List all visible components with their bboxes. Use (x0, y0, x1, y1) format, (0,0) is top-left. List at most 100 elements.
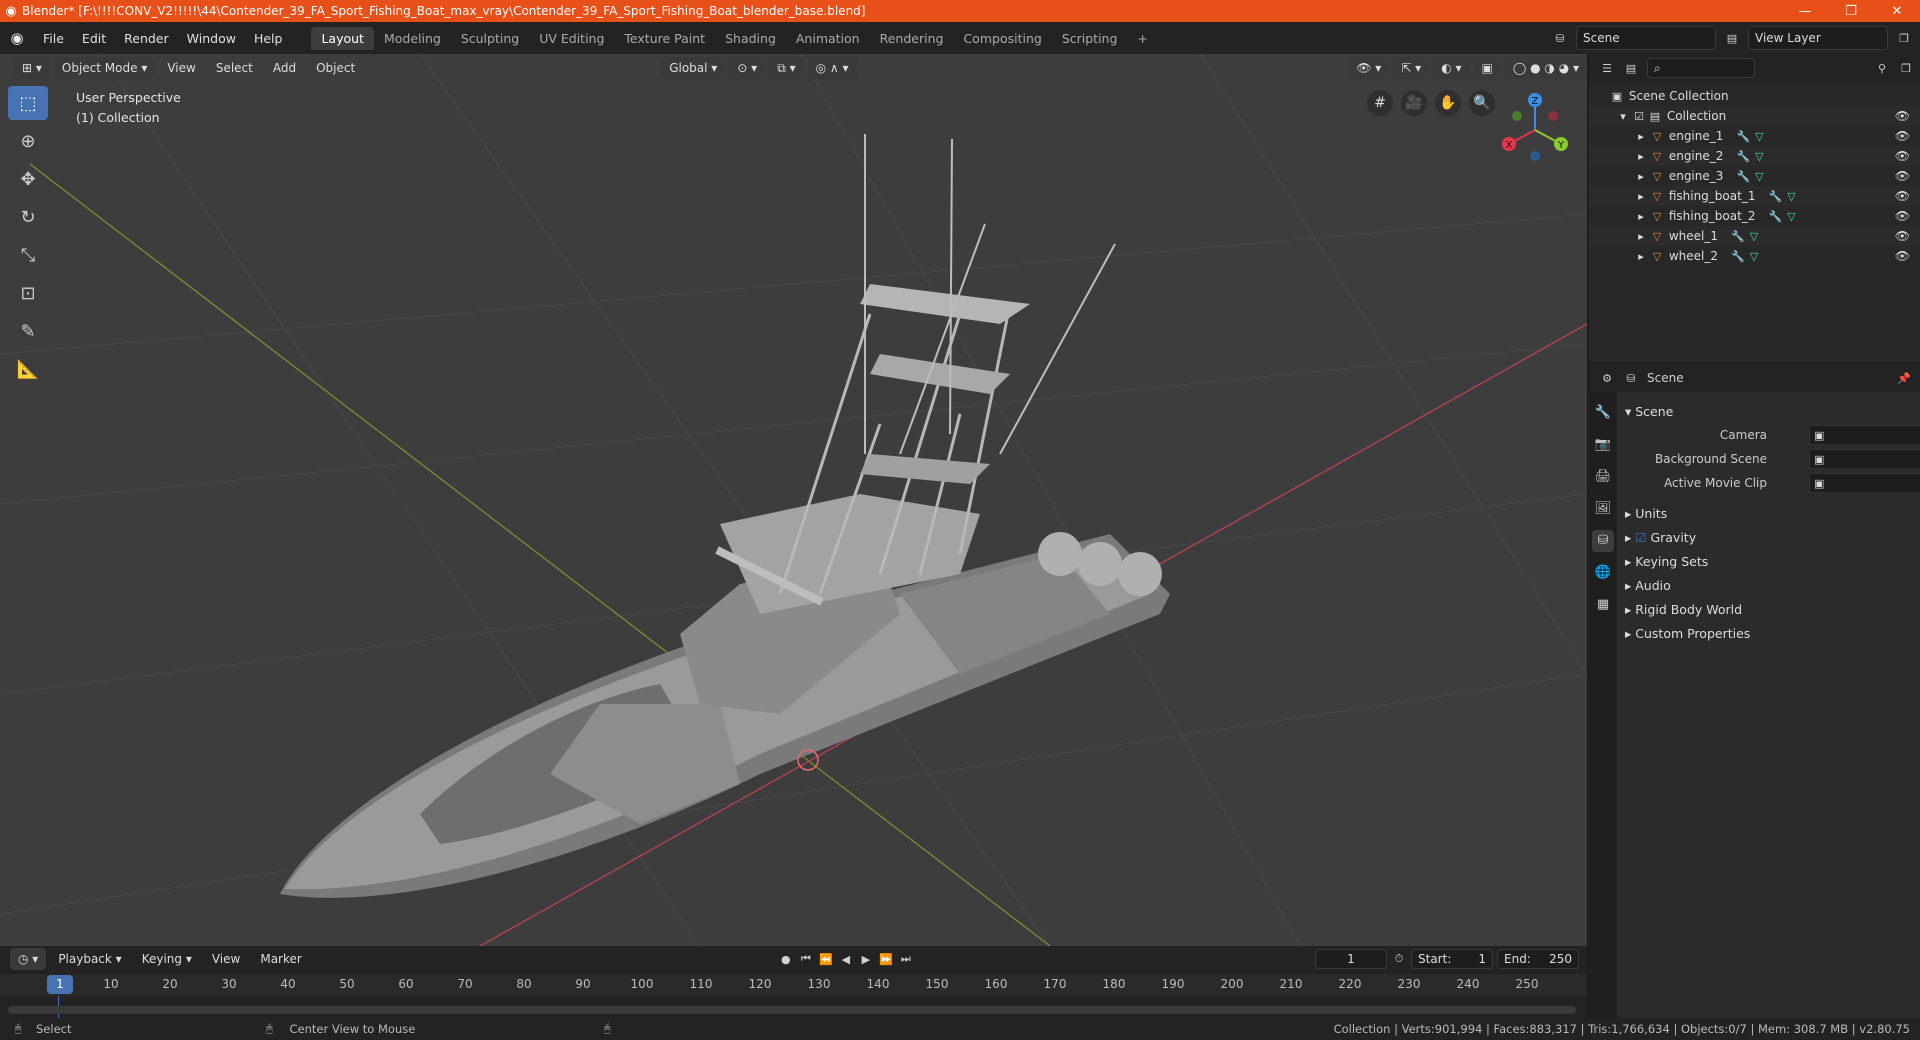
expand-arrow-icon[interactable]: ▸ (1633, 168, 1649, 184)
checkbox-icon[interactable]: ☑ (1631, 108, 1647, 124)
zoom-view-icon[interactable]: 🔍 (1469, 90, 1495, 116)
tab-compositing[interactable]: Compositing (953, 27, 1051, 50)
timeline-editor-icon[interactable]: ◷ ▾ (10, 948, 47, 970)
scene-panel-header[interactable]: ▾ Scene (1625, 400, 1915, 422)
mesh-data-icon[interactable]: ▽ (1751, 128, 1767, 144)
scene-field-input[interactable]: ▣ (1809, 473, 1920, 493)
tab-sculpting[interactable]: Sculpting (451, 27, 529, 50)
scene-field-input[interactable]: ▣ (1809, 425, 1920, 445)
tab-animation[interactable]: Animation (786, 27, 870, 50)
add-workspace-button[interactable]: + (1127, 27, 1157, 50)
overlay-icon[interactable]: ◐ ▾ (1433, 57, 1470, 79)
mesh-data-icon[interactable]: ▽ (1746, 228, 1762, 244)
close-button[interactable]: ✕ (1874, 4, 1920, 19)
select-box-tool-icon[interactable]: ⬚ (8, 86, 48, 120)
section-header[interactable]: ▸ ☑ Gravity (1625, 526, 1915, 548)
scene-tab-icon[interactable]: ⛁ (1592, 530, 1614, 552)
section-header[interactable]: ▸ Custom Properties (1625, 622, 1915, 644)
modifier-icon[interactable]: 🔧 (1767, 208, 1783, 224)
minimize-button[interactable]: — (1782, 4, 1828, 19)
pin-icon[interactable]: 📌 (1896, 370, 1912, 386)
expand-arrow-icon[interactable]: ▸ (1633, 248, 1649, 264)
eye-icon[interactable]: 👁 (1895, 229, 1910, 243)
eye-icon[interactable]: 👁 (1895, 209, 1910, 223)
record-icon[interactable]: ● (778, 951, 794, 967)
mesh-data-icon[interactable]: ▽ (1783, 188, 1799, 204)
expand-arrow-icon[interactable]: ▸ (1633, 208, 1649, 224)
visibility-icon[interactable]: 👁 ▾ (1348, 57, 1390, 79)
menu-file[interactable]: File (34, 31, 73, 46)
timeline-ruler[interactable]: 1 10 20 30 40 50 60 70 80 90 100 110 120 130 140 150 16… (0, 974, 1587, 996)
scene-icon[interactable]: ⛁ (1552, 30, 1568, 46)
jump-start-icon[interactable]: ⏮ (798, 951, 814, 967)
eye-icon[interactable]: 👁 (1895, 169, 1910, 183)
modifier-icon[interactable]: 🔧 (1730, 248, 1746, 264)
3d-viewport[interactable]: ⊞ ▾ Object Mode ▾ View Select Add Object… (0, 54, 1587, 946)
blender-menu-icon[interactable]: ◉ (0, 29, 34, 47)
modifier-icon[interactable]: 🔧 (1735, 148, 1751, 164)
view-layer-tab-icon[interactable]: 🖼 (1592, 498, 1614, 520)
menu-object[interactable]: Object (308, 57, 363, 79)
modifier-icon[interactable]: 🔧 (1735, 168, 1751, 184)
current-frame-field[interactable]: 1 (1315, 949, 1387, 969)
section-header[interactable]: ▸ Keying Sets (1625, 550, 1915, 572)
eye-icon[interactable]: 👁 (1895, 249, 1910, 263)
cursor-tool-icon[interactable]: ⊕ (8, 124, 48, 158)
world-tab-icon[interactable]: 🌐 (1592, 562, 1614, 584)
expand-arrow-icon[interactable]: ▸ (1633, 188, 1649, 204)
tab-rendering[interactable]: Rendering (870, 27, 954, 50)
new-layer-icon[interactable]: ❐ (1896, 30, 1912, 46)
tab-modeling[interactable]: Modeling (374, 27, 451, 50)
pan-view-icon[interactable]: ✋ (1435, 90, 1461, 116)
outliner-object-row[interactable]: ▸ ▽ fishing_boat_2 🔧 ▽ 👁 (1589, 206, 1920, 226)
scene-field-input[interactable]: ▣ (1809, 449, 1920, 469)
timeline-scrollbar[interactable] (8, 1006, 1576, 1014)
outliner-object-row[interactable]: ▸ ▽ wheel_1 🔧 ▽ 👁 (1589, 226, 1920, 246)
annotate-tool-icon[interactable]: ✎ (8, 314, 48, 348)
start-frame-field[interactable]: Start: 1 (1411, 949, 1493, 969)
transform-orientation-dropdown[interactable]: Global ▾ (661, 57, 726, 79)
outliner-object-row[interactable]: ▸ ▽ wheel_2 🔧 ▽ 👁 (1589, 246, 1920, 266)
scene-field[interactable]: Scene (1576, 26, 1716, 50)
outliner-object-row[interactable]: ▸ ▽ fishing_boat_1 🔧 ▽ 👁 (1589, 186, 1920, 206)
tab-layout[interactable]: Layout (311, 26, 374, 50)
section-header[interactable]: ▸ Rigid Body World (1625, 598, 1915, 620)
output-tab-icon[interactable]: 🖨 (1592, 466, 1614, 488)
menu-edit[interactable]: Edit (73, 31, 115, 46)
transform-tool-icon[interactable]: ⊡ (8, 276, 48, 310)
tab-scripting[interactable]: Scripting (1052, 27, 1128, 50)
grid-view-icon[interactable]: # (1367, 90, 1393, 116)
gravity-checkbox-icon[interactable]: ☑ (1635, 530, 1650, 545)
mesh-data-icon[interactable]: ▽ (1783, 208, 1799, 224)
eye-icon[interactable]: 👁 (1895, 129, 1910, 143)
outliner-object-row[interactable]: ▸ ▽ engine_3 🔧 ▽ 👁 (1589, 166, 1920, 186)
collection-row[interactable]: ▾ ☑ ▤ Collection 👁 (1589, 106, 1920, 126)
tab-uv-editing[interactable]: UV Editing (529, 27, 614, 50)
modifier-icon[interactable]: 🔧 (1735, 128, 1751, 144)
scene-collection-row[interactable]: ▣ Scene Collection (1589, 86, 1920, 106)
measure-tool-icon[interactable]: 📐 (8, 352, 48, 386)
tab-shading[interactable]: Shading (715, 27, 786, 50)
tool-tab-icon[interactable]: 🔧 (1592, 402, 1614, 424)
view-layer-icon[interactable]: ▤ (1724, 30, 1740, 46)
modifier-icon[interactable]: 🔧 (1767, 188, 1783, 204)
restore-button[interactable]: ❐ (1828, 4, 1874, 19)
menu-add[interactable]: Add (265, 57, 304, 79)
view-layer-field[interactable]: View Layer (1748, 26, 1888, 50)
outliner-object-row[interactable]: ▸ ▽ engine_1 🔧 ▽ 👁 (1589, 126, 1920, 146)
outliner-search-input[interactable]: ⌕ (1647, 58, 1755, 78)
editor-type-icon[interactable]: ⊞ ▾ (14, 57, 50, 79)
camera-view-icon[interactable]: 🎥 (1401, 90, 1427, 116)
scale-tool-icon[interactable]: ⤡ (8, 238, 48, 272)
navigation-gizmo[interactable]: Z X Y (1495, 86, 1575, 166)
outliner-editor-icon[interactable]: ☰ (1599, 60, 1615, 76)
xray-icon[interactable]: ▣ (1473, 57, 1501, 79)
play-reverse-icon[interactable]: ◀ (838, 951, 854, 967)
section-header[interactable]: ▸ Units (1625, 502, 1915, 524)
next-keyframe-icon[interactable]: ⏩ (878, 951, 894, 967)
modifier-icon[interactable]: 🔧 (1730, 228, 1746, 244)
menu-select[interactable]: Select (208, 57, 261, 79)
filter-icon[interactable]: ⚲ (1874, 60, 1890, 76)
expand-arrow-icon[interactable]: ▸ (1633, 128, 1649, 144)
clock-icon[interactable]: ⏱ (1391, 951, 1407, 967)
